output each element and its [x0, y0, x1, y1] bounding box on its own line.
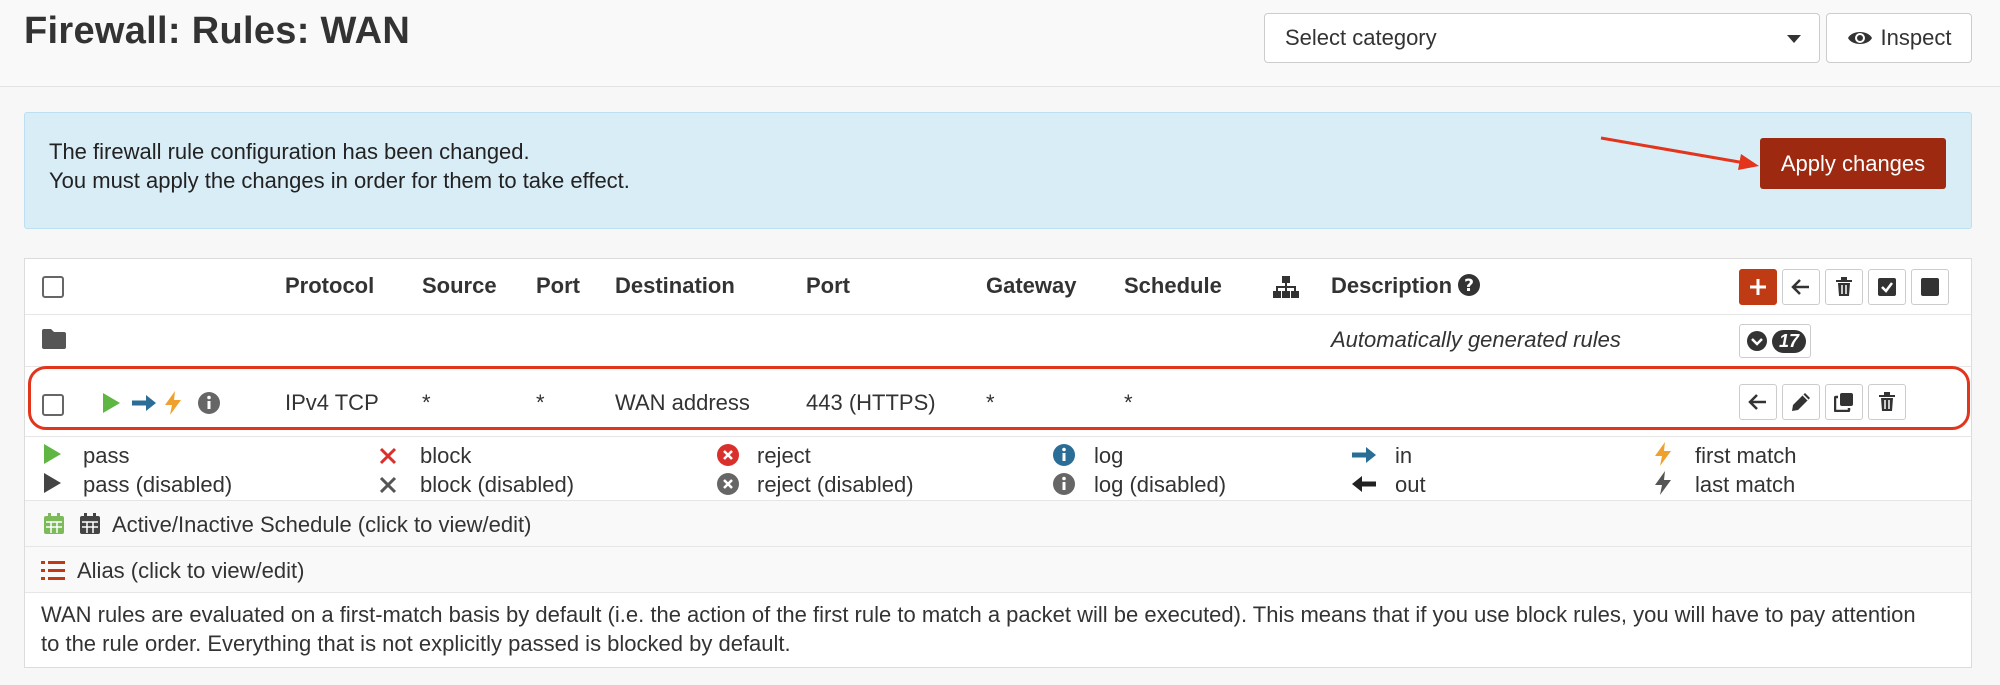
top-bar: Firewall: Rules: WAN Select category Ins…: [0, 0, 2000, 87]
legend-out: out: [1395, 472, 1426, 497]
legend-block-disabled: block (disabled): [420, 472, 575, 497]
reject-icon: [717, 444, 739, 466]
alert-message-line2: You must apply the changes in order for …: [49, 168, 630, 193]
col-dest-port: Port: [806, 273, 850, 298]
auto-rules-label: Automatically generated rules: [1331, 327, 1621, 352]
legend-log: log: [1094, 443, 1124, 468]
calendar-inactive-icon: [80, 513, 100, 534]
inspect-button[interactable]: Inspect: [1826, 13, 1972, 63]
category-select-label: Select category: [1285, 25, 1437, 50]
alert-message-line1: The firewall rule configuration has been…: [49, 139, 530, 164]
legend-log-disabled: log (disabled): [1094, 472, 1227, 497]
annotation-highlight: [28, 366, 1970, 430]
pass-disabled-icon: [44, 473, 61, 493]
col-schedule: Schedule: [1124, 273, 1222, 298]
select-all-checkbox[interactable]: [42, 276, 64, 298]
schedule-note-row: Active/Inactive Schedule (click to view/…: [25, 501, 1971, 547]
col-gateway: Gateway: [986, 273, 1077, 298]
page-title: Firewall: Rules: WAN: [24, 10, 411, 52]
list-icon: [41, 561, 65, 580]
col-port: Port: [536, 273, 580, 298]
log-icon: [1053, 444, 1075, 466]
arrow-left-icon: [1791, 279, 1809, 295]
move-selected-button[interactable]: [1782, 269, 1820, 305]
category-select[interactable]: Select category: [1264, 13, 1820, 63]
block-disabled-icon: [379, 476, 397, 494]
help-icon[interactable]: ?: [1457, 273, 1481, 297]
col-destination: Destination: [615, 273, 735, 298]
alias-note: Alias (click to view/edit): [77, 558, 305, 583]
legend-pass-disabled: pass (disabled): [83, 472, 233, 497]
col-description: Description: [1331, 273, 1453, 298]
trash-icon: [1836, 277, 1852, 296]
block-icon: [379, 447, 397, 465]
inspect-label: Inspect: [1880, 25, 1952, 50]
legend-block: block: [420, 443, 472, 468]
legend-reject-disabled: reject (disabled): [757, 472, 914, 497]
legend: pass pass (disabled) block block (disabl…: [25, 437, 1971, 501]
info-text-row: WAN rules are evaluated on a first-match…: [25, 593, 1971, 667]
first-match-icon: [1655, 442, 1671, 466]
add-rule-button[interactable]: [1739, 269, 1777, 305]
chevron-down-icon: [1787, 35, 1801, 43]
info-line2: to the rule order. Everything that is no…: [41, 631, 791, 656]
last-match-icon: [1655, 471, 1671, 495]
auto-rules-count: 17: [1772, 329, 1807, 353]
disable-selected-button[interactable]: [1911, 269, 1949, 305]
square-icon: [1921, 278, 1939, 296]
check-square-icon: [1878, 278, 1896, 296]
eye-icon: [1847, 32, 1872, 44]
svg-text:?: ?: [1464, 276, 1474, 296]
delete-selected-button[interactable]: [1825, 269, 1863, 305]
rules-panel: Protocol Source Port Destination Port Ga…: [24, 258, 1972, 668]
col-source: Source: [422, 273, 497, 298]
network-tree-icon: [1273, 276, 1299, 298]
legend-last-match: last match: [1695, 472, 1796, 497]
annotation-arrow: [1600, 136, 1759, 170]
legend-reject: reject: [757, 443, 811, 468]
schedule-note: Active/Inactive Schedule (click to view/…: [112, 512, 532, 537]
log-disabled-icon: [1053, 473, 1075, 495]
legend-in: in: [1395, 443, 1413, 468]
expand-auto-rules-button[interactable]: 17: [1739, 324, 1811, 358]
chevron-circle-down-icon: [1747, 331, 1767, 351]
apply-changes-button[interactable]: Apply changes: [1760, 138, 1946, 189]
folder-icon: [42, 329, 66, 349]
info-line1: WAN rules are evaluated on a first-match…: [41, 602, 1916, 627]
legend-pass: pass: [83, 443, 130, 468]
direction-in-icon: [1352, 447, 1376, 463]
col-protocol: Protocol: [285, 273, 375, 298]
alias-note-row: Alias (click to view/edit): [25, 547, 1971, 593]
auto-rules-row[interactable]: Automatically generated rules 17: [25, 315, 1971, 367]
reject-disabled-icon: [717, 473, 739, 495]
plus-icon: [1750, 279, 1766, 295]
calendar-active-icon: [44, 513, 64, 534]
legend-first-match: first match: [1695, 443, 1797, 468]
table-header-row: Protocol Source Port Destination Port Ga…: [25, 259, 1971, 315]
direction-out-icon: [1352, 476, 1376, 492]
enable-selected-button[interactable]: [1868, 269, 1906, 305]
pass-icon: [44, 444, 61, 464]
